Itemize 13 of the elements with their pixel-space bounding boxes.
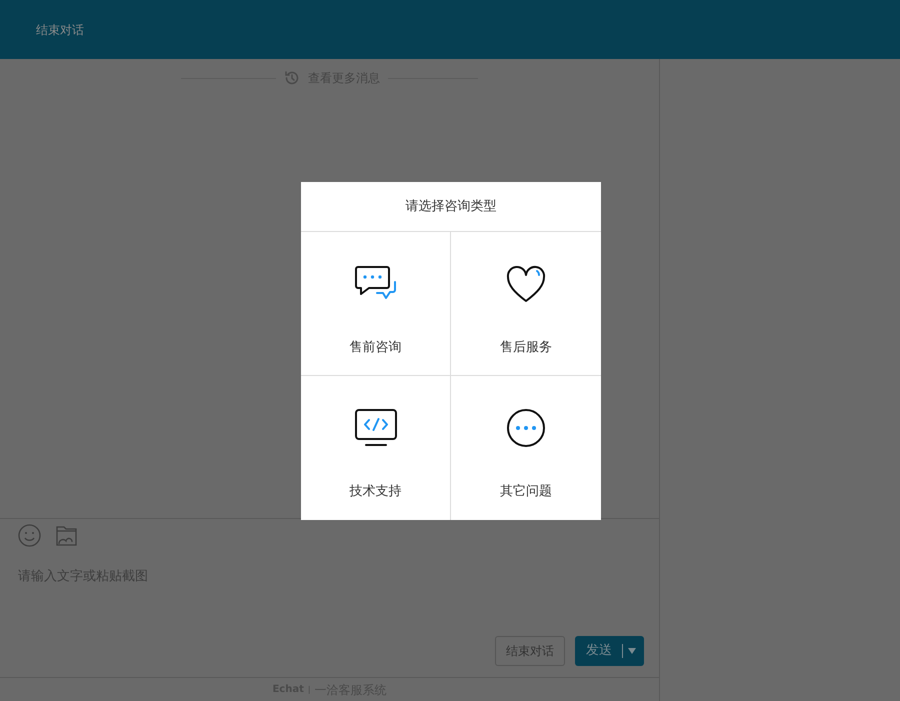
consult-type-option[interactable]: 技术支持: [301, 376, 451, 520]
consult-type-option[interactable]: 其它问题: [451, 376, 601, 520]
emoji-icon[interactable]: [18, 524, 41, 547]
image-folder-icon[interactable]: [55, 524, 78, 547]
caret-icon[interactable]: [628, 648, 636, 654]
history-icon: [284, 70, 300, 86]
consult-type-option[interactable]: 售前咨询: [301, 232, 451, 376]
more-circle-icon: [504, 408, 548, 448]
dialog-title: 请选择咨询类型: [406, 198, 496, 216]
heart-icon: [504, 264, 548, 304]
consult-type-option[interactable]: 售后服务: [451, 232, 601, 376]
monitor-code-icon: [354, 408, 398, 448]
footer-separator: |: [308, 684, 311, 696]
